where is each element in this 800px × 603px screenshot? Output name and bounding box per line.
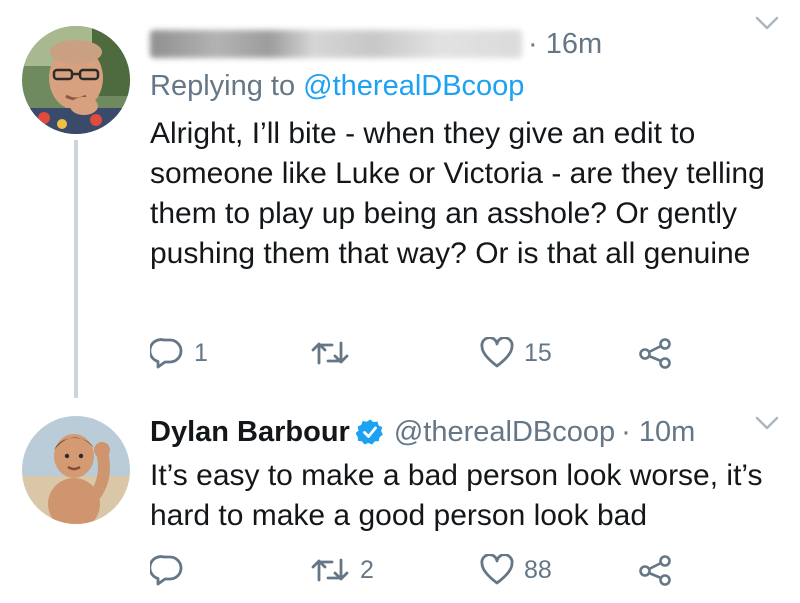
- reply-count: 1: [194, 338, 208, 367]
- tweet-reply[interactable]: Dylan Barbour @therealDBcoop · 10m It’s …: [0, 400, 800, 603]
- reply-icon: [150, 338, 183, 369]
- retweet-count: 2: [360, 555, 374, 584]
- replying-mention-link[interactable]: @therealDBcoop: [303, 70, 524, 102]
- tweet-content: Dylan Barbour @therealDBcoop · 10m It’s …: [150, 412, 782, 536]
- share-button[interactable]: [638, 550, 672, 590]
- avatar[interactable]: [22, 26, 130, 134]
- like-button[interactable]: 15: [480, 333, 552, 373]
- tweet-actions: 2 88: [150, 550, 690, 590]
- verified-badge-icon: [355, 419, 383, 445]
- tweet-reply[interactable]: · 16m Replying to @therealDBcoop Alright…: [0, 0, 800, 400]
- man-with-glasses-avatar-icon: [22, 26, 130, 134]
- reply-button[interactable]: [150, 550, 194, 590]
- retweet-button[interactable]: 2: [310, 550, 374, 590]
- reply-icon: [150, 555, 183, 586]
- like-count: 88: [524, 555, 552, 584]
- tweet-text: Alright, I’ll bite - when they give an e…: [150, 117, 765, 270]
- like-count: 15: [524, 338, 552, 367]
- share-icon: [639, 555, 671, 586]
- tweet-header: Dylan Barbour @therealDBcoop · 10m: [150, 412, 782, 452]
- chevron-down-icon[interactable]: [754, 14, 780, 32]
- tweet-timestamp[interactable]: · 16m: [528, 28, 602, 61]
- tweet-content: · 16m Replying to @therealDBcoop Alright…: [150, 24, 782, 274]
- tweet-actions: 1 15: [150, 333, 690, 373]
- retweet-button[interactable]: [310, 333, 360, 373]
- replying-prefix: Replying to: [150, 70, 296, 102]
- author-handle[interactable]: @therealDBcoop: [394, 416, 615, 449]
- author-display-name[interactable]: Dylan Barbour: [150, 416, 350, 449]
- heart-icon: [480, 554, 514, 585]
- obscured-author-name[interactable]: [150, 30, 522, 58]
- conversation-thread: · 16m Replying to @therealDBcoop Alright…: [0, 0, 800, 603]
- share-icon: [639, 338, 671, 369]
- replying-to: Replying to @therealDBcoop: [150, 64, 782, 108]
- share-button[interactable]: [638, 333, 672, 373]
- avatar[interactable]: [22, 416, 130, 524]
- tweet-header: · 16m: [150, 24, 782, 64]
- like-button[interactable]: 88: [480, 550, 552, 590]
- tweet-timestamp[interactable]: · 10m: [621, 416, 695, 449]
- heart-icon: [480, 337, 514, 368]
- tweet-text: It’s easy to make a bad person look wors…: [150, 459, 763, 532]
- child-photo-avatar-icon: [22, 416, 130, 524]
- reply-button[interactable]: 1: [150, 333, 208, 373]
- retweet-icon: [311, 341, 349, 365]
- chevron-down-icon[interactable]: [754, 414, 780, 432]
- retweet-icon: [311, 558, 349, 582]
